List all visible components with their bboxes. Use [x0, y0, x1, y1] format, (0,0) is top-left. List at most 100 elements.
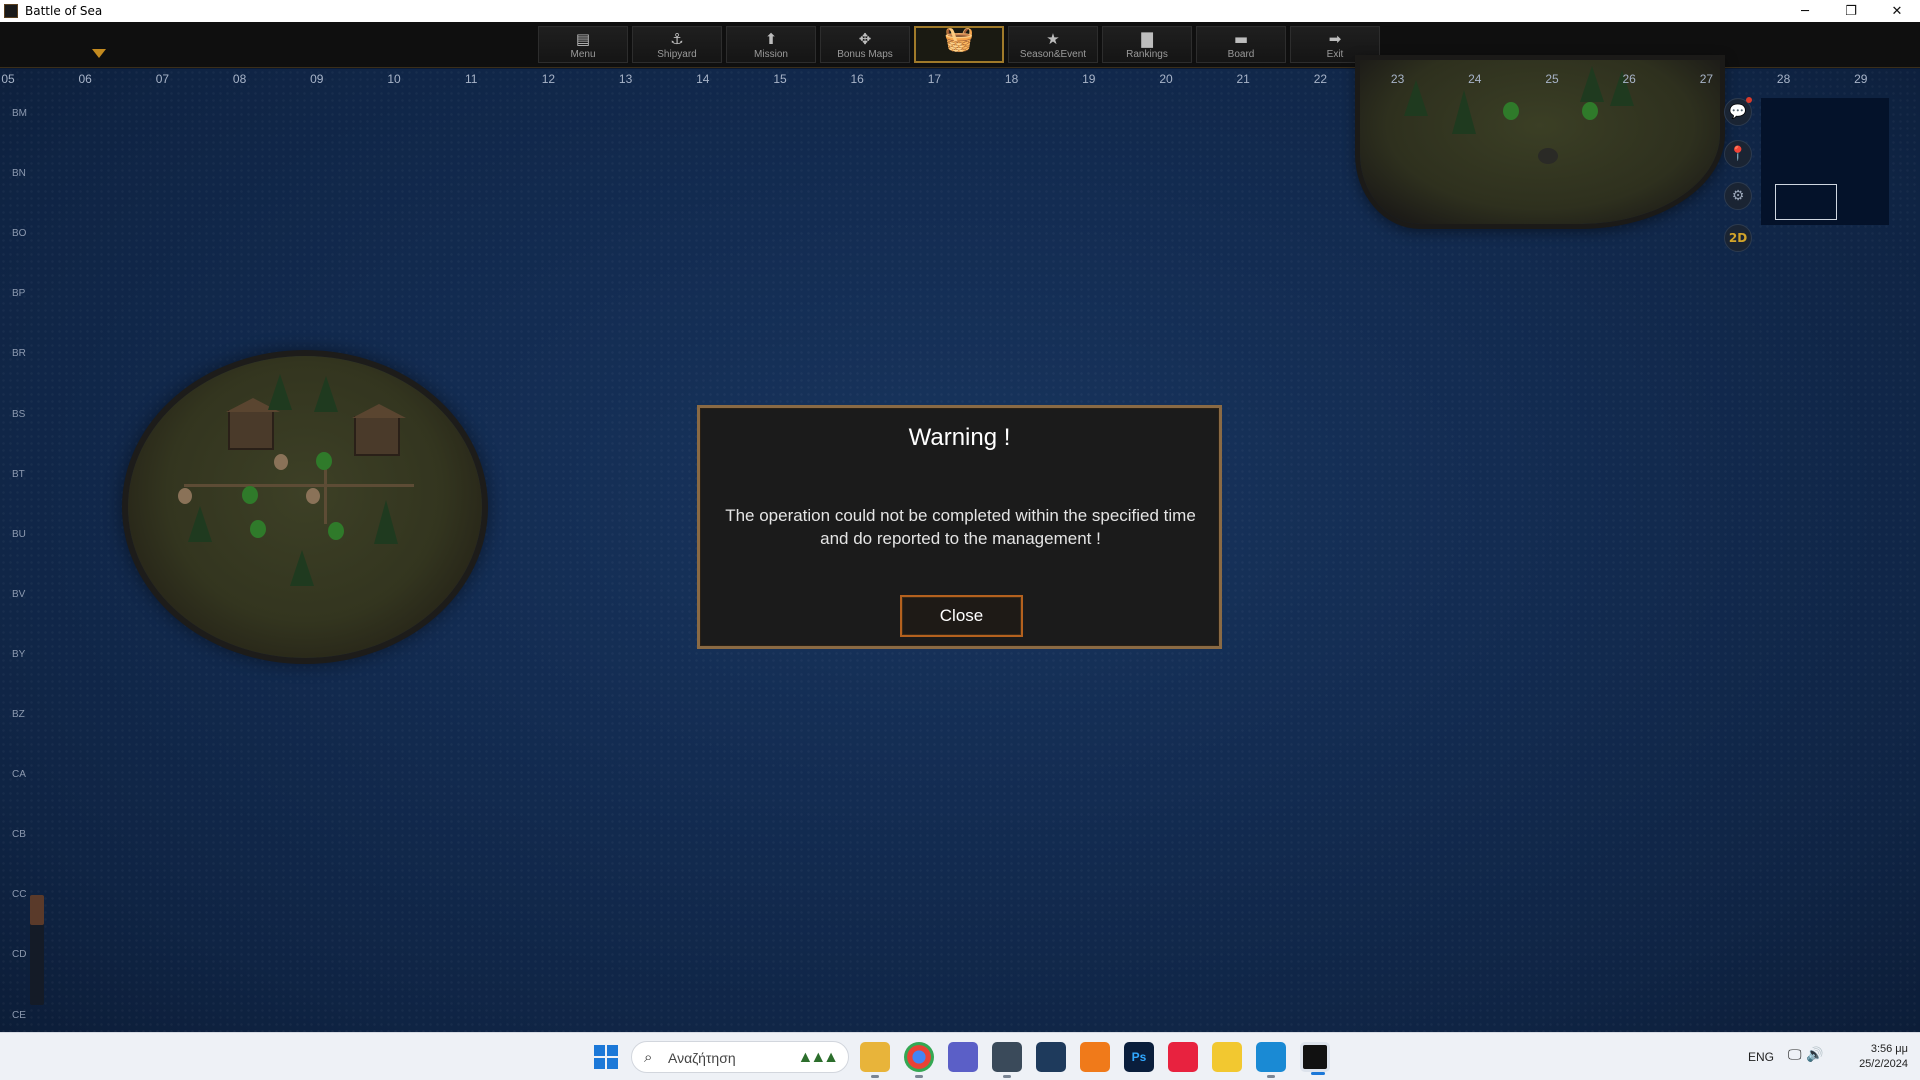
grid-column-label: 07 [155, 72, 170, 86]
restore-button[interactable]: ❐ [1828, 0, 1874, 22]
bush [1582, 102, 1598, 120]
start-button[interactable] [594, 1045, 618, 1069]
grid-column-label: 19 [1082, 72, 1096, 86]
grid-row-label: CB [12, 829, 26, 841]
grid-column-label: 18 [1004, 72, 1019, 86]
nav-exit-button[interactable]: ➡ Exit [1290, 26, 1380, 63]
house [352, 404, 406, 456]
view-2d-toggle[interactable]: 2D [1724, 224, 1752, 252]
clock[interactable]: 3:56 μμ 25/2/2024 [1840, 1042, 1908, 1072]
nav-label: Board [1227, 49, 1255, 60]
battle-of-sea-taskbar-icon[interactable] [1300, 1042, 1330, 1075]
date: 25/2/2024 [1859, 1058, 1908, 1070]
grid-column-label: 10 [387, 72, 401, 86]
settings-button[interactable]: ⚙ [1724, 182, 1752, 210]
nav-menu-button[interactable]: ▤ Menu [538, 26, 628, 63]
grid-row-label: BY [12, 648, 26, 660]
grid-row-label: BZ [12, 709, 25, 720]
grid-column-label: 06 [78, 72, 92, 86]
nav-mission-button[interactable]: ⬆ Mission [726, 26, 816, 63]
taskbar: ⌕ Αναζήτηση ▲▲▲ Ps ENG 🖵 🔊 3:56 μμ 25/2/… [0, 1032, 1920, 1080]
location-button[interactable]: 📍 [1724, 140, 1752, 168]
grid-column-label: 08 [232, 72, 247, 86]
close-dialog-button[interactable]: Close [900, 595, 1023, 637]
calculator-icon[interactable] [992, 1042, 1022, 1078]
nav-label: Bonus Maps [837, 49, 893, 60]
chat-button[interactable]: 💬 [1724, 97, 1752, 126]
grid-row-label: BV [12, 588, 26, 600]
nav-rankings-button[interactable]: ▇ Rankings [1102, 26, 1192, 63]
taskbar-search[interactable]: ⌕ Αναζήτηση ▲▲▲ [631, 1041, 849, 1073]
nav-shipyard-button[interactable]: ⚓ Shipyard [632, 26, 722, 63]
grid-column-label: 13 [618, 72, 633, 86]
running-indicator [1003, 1075, 1011, 1078]
chrome-icon[interactable] [904, 1042, 934, 1078]
exit-arrow-icon: ➡ [1328, 30, 1342, 48]
star-icon: ★ [1046, 30, 1060, 48]
teams-icon[interactable] [948, 1042, 978, 1072]
windows-logo-icon [594, 1058, 605, 1069]
grid-column-label: 20 [1159, 72, 1173, 86]
zoom-slider[interactable] [30, 895, 44, 1005]
grid-row-label: BR [12, 348, 26, 360]
anchor-icon: ⚓ [670, 30, 684, 48]
bush [316, 452, 332, 470]
main-nav: ▤ Menu ⚓ Shipyard ⬆ Mission ✥ Bonus Maps… [538, 26, 1380, 63]
vscode-icon[interactable] [1256, 1042, 1286, 1078]
nav-board-button[interactable]: ▬ Board [1196, 26, 1286, 63]
windows-logo-icon [607, 1058, 618, 1069]
search-placeholder: Αναζήτηση [668, 1050, 736, 1066]
bush [242, 486, 258, 504]
zoom-slider-handle[interactable] [30, 895, 44, 925]
up-arrow-icon: ⬆ [764, 30, 778, 48]
rock [274, 454, 288, 470]
file-explorer-icon[interactable] [860, 1042, 890, 1078]
nav-shop-button[interactable]: 🧺 [914, 26, 1004, 63]
time: 3:56 μμ [1870, 1043, 1908, 1055]
tree [374, 500, 398, 544]
nav-label: Exit [1326, 49, 1344, 60]
window-title: Battle of Sea [25, 4, 103, 18]
grid-column-label: 29 [1854, 72, 1868, 86]
grid-row-label: BT [12, 468, 25, 480]
xampp-icon[interactable] [1080, 1042, 1110, 1072]
nav-label: Shipyard [657, 49, 697, 60]
code-tool-icon[interactable] [1212, 1042, 1242, 1072]
bush [1503, 102, 1519, 120]
island-village[interactable] [128, 356, 482, 658]
notification-dot [1746, 97, 1752, 103]
running-indicator [1311, 1072, 1325, 1075]
minimize-button[interactable]: ─ [1782, 0, 1828, 22]
nav-bonus-maps-button[interactable]: ✥ Bonus Maps [820, 26, 910, 63]
sql-tool-icon[interactable] [1036, 1042, 1066, 1072]
grid-row-label: BO [12, 228, 27, 240]
minimap-viewport[interactable] [1775, 184, 1837, 220]
running-indicator [915, 1075, 923, 1078]
dropdown-arrow-icon[interactable] [92, 49, 106, 58]
running-indicator [871, 1075, 879, 1078]
grid-column-label: 24 [1468, 72, 1482, 86]
dialog-title: Warning ! [908, 424, 1011, 451]
intellij-icon[interactable] [1168, 1042, 1198, 1072]
close-window-button[interactable]: ✕ [1874, 0, 1920, 22]
grid-row-label: CE [12, 1009, 26, 1021]
grid-column-label: 27 [1699, 72, 1714, 86]
grid-column-label: 11 [464, 72, 478, 86]
rock [306, 488, 320, 504]
grid-column-label: 28 [1776, 72, 1791, 86]
grid-row-label: BM [12, 108, 27, 119]
nav-label: Rankings [1126, 49, 1168, 60]
grid-column-label: 05 [1, 72, 15, 86]
grid-row-label: CD [12, 949, 27, 961]
nav-season-event-button[interactable]: ★ Season&Event [1008, 26, 1098, 63]
grid-row-label: CA [12, 769, 26, 781]
nav-label: Season&Event [1019, 49, 1087, 60]
minimap[interactable] [1761, 98, 1889, 225]
tree [290, 550, 314, 586]
language-indicator[interactable]: ENG [1748, 1050, 1774, 1064]
window-controls: ─ ❐ ✕ [1782, 0, 1920, 22]
photoshop-icon[interactable]: Ps [1124, 1042, 1154, 1072]
dialog-message: The operation could not be completed wit… [725, 506, 1196, 548]
tray-network-volume-icons[interactable]: 🖵 🔊 [1788, 1047, 1823, 1063]
warning-dialog: Warning ! The operation could not be com… [697, 405, 1222, 649]
